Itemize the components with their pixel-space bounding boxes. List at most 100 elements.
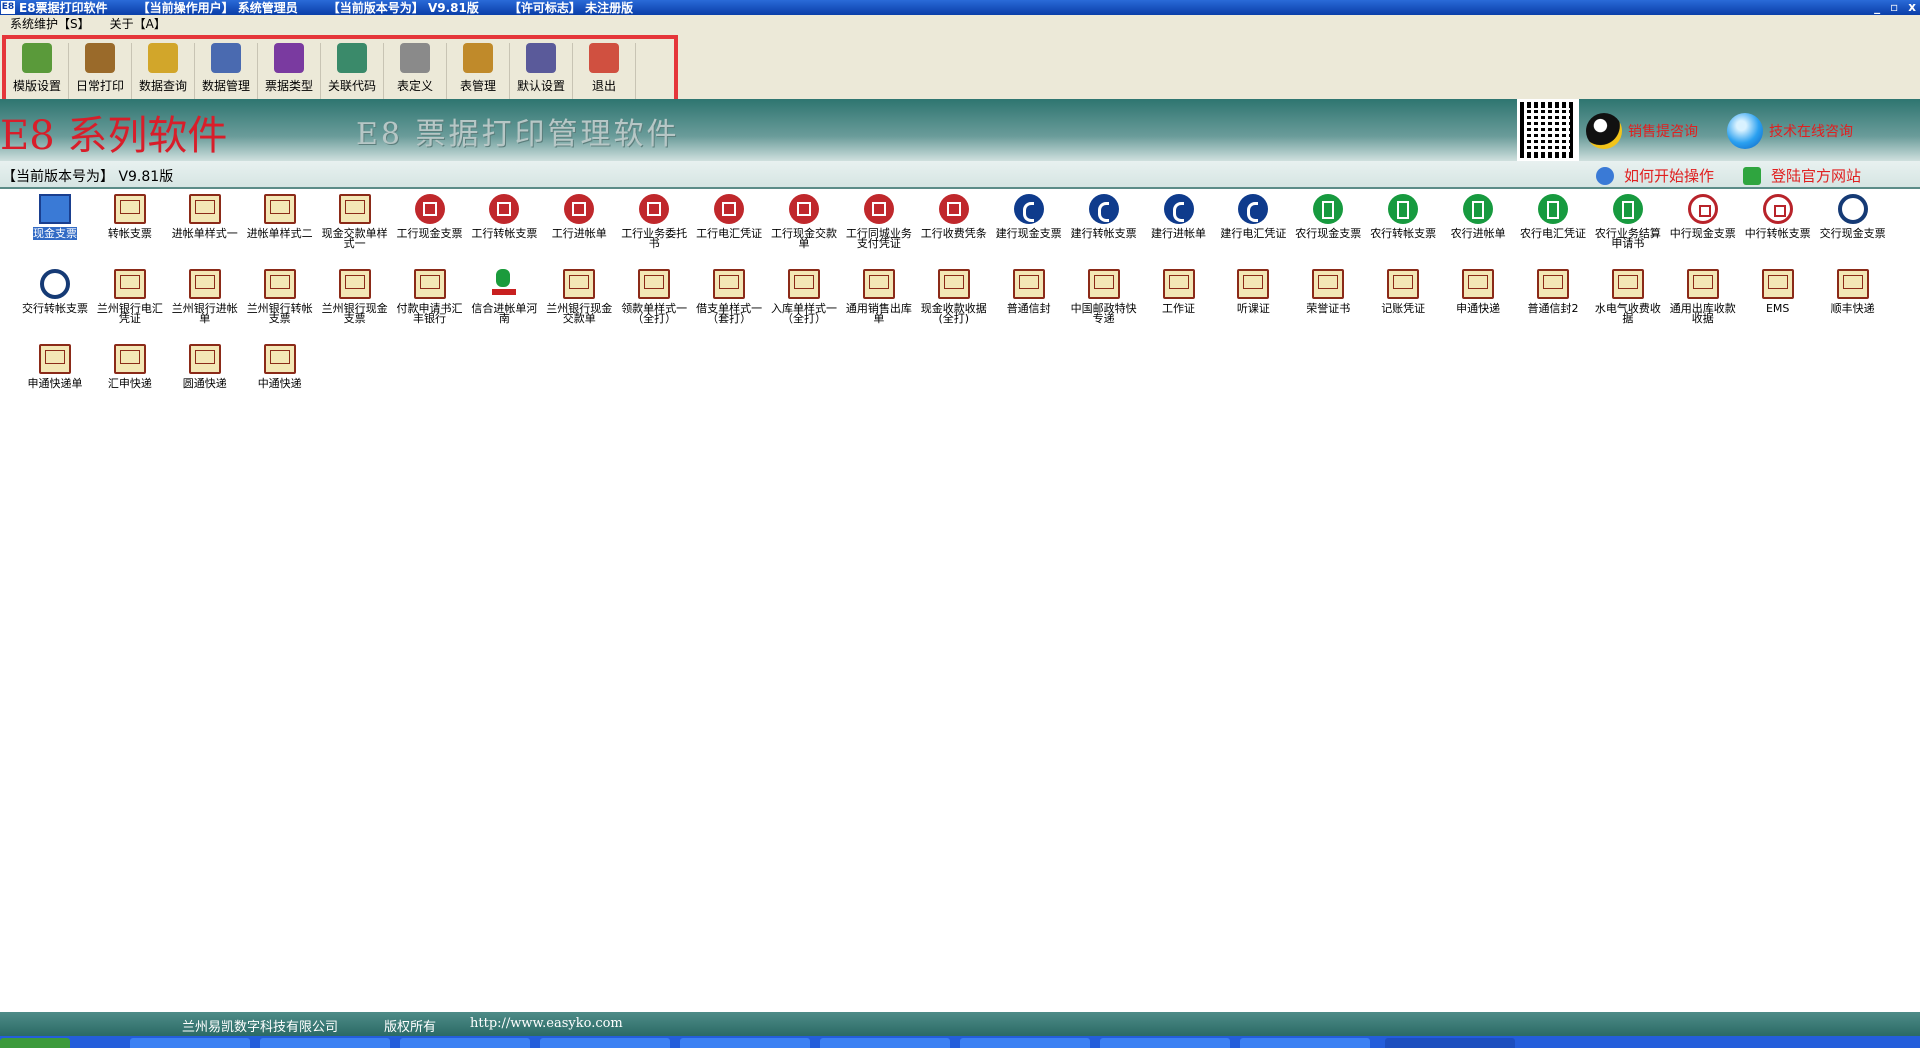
- template-item[interactable]: 兰州银行转帐支票: [243, 269, 317, 324]
- template-item[interactable]: 建行转帐支票: [1067, 194, 1141, 239]
- book-template-icon: [1462, 269, 1495, 299]
- template-label: 中行转帐支票: [1744, 227, 1811, 240]
- template-item[interactable]: 兰州银行进帐单: [168, 269, 242, 324]
- template-item[interactable]: 交行转帐支票: [18, 269, 92, 314]
- template-label: 建行现金支票: [995, 227, 1062, 240]
- taskbar-item[interactable]: [1240, 1038, 1370, 1048]
- close-button[interactable]: x: [1908, 0, 1916, 14]
- book-template-icon: [338, 269, 371, 299]
- template-item[interactable]: 工行现金交款单: [767, 194, 841, 249]
- book-template-icon: [263, 344, 296, 374]
- template-item[interactable]: 普通信封: [992, 269, 1066, 314]
- template-item[interactable]: 交行现金支票: [1816, 194, 1890, 239]
- template-item[interactable]: 农行业务结算申请书: [1591, 194, 1665, 249]
- template-item[interactable]: 听课证: [1216, 269, 1290, 314]
- template-item[interactable]: 荣誉证书: [1291, 269, 1365, 314]
- template-label: 农行转帐支票: [1370, 227, 1437, 240]
- template-item[interactable]: 兰州银行电汇凭证: [93, 269, 167, 324]
- template-item[interactable]: 顺丰快递: [1816, 269, 1890, 314]
- restore-button[interactable]: ▫: [1890, 0, 1898, 14]
- taskbar-item[interactable]: [680, 1038, 810, 1048]
- template-item[interactable]: 工行收费凭条: [917, 194, 991, 239]
- template-item[interactable]: 申通快递单: [18, 344, 92, 389]
- template-item[interactable]: 建行进帐单: [1142, 194, 1216, 239]
- template-label: 水电气收费收据: [1594, 302, 1661, 325]
- taskbar-item[interactable]: [820, 1038, 950, 1048]
- template-item[interactable]: 现金收款收据(全打): [917, 269, 991, 324]
- template-item[interactable]: 中通快递: [243, 344, 317, 389]
- footer: 兰州易凯数字科技有限公司 版权所有 http://www.easyko.com: [0, 1012, 1920, 1036]
- template-item[interactable]: 工行电汇凭证: [692, 194, 766, 239]
- template-item[interactable]: 转帐支票: [93, 194, 167, 239]
- template-item[interactable]: 现金交款单样式一: [318, 194, 392, 249]
- ccb-template-icon: [1238, 194, 1269, 224]
- taskbar-item-active[interactable]: [1385, 1038, 1515, 1048]
- template-label: 申通快递单: [27, 377, 83, 390]
- menu-about[interactable]: 关于【A】: [110, 15, 166, 32]
- sales-contact[interactable]: 销售提咨询: [1586, 113, 1698, 149]
- template-label: 中国邮政特快专递: [1070, 302, 1137, 325]
- taskbar-item[interactable]: [540, 1038, 670, 1048]
- template-item[interactable]: 农行进帐单: [1441, 194, 1515, 239]
- book-template-icon: [862, 269, 895, 299]
- template-item[interactable]: 领款单样式一（全打）: [617, 269, 691, 324]
- how-to-start-label: 如何开始操作: [1624, 167, 1715, 185]
- template-item[interactable]: 中行现金支票: [1666, 194, 1740, 239]
- ccb-template-icon: [1013, 194, 1044, 224]
- taskbar-item[interactable]: [130, 1038, 250, 1048]
- template-item[interactable]: 汇申快递: [93, 344, 167, 389]
- template-label: 兰州银行转帐支票: [246, 302, 313, 325]
- template-item[interactable]: 现金支票: [18, 194, 92, 240]
- taskbar-item[interactable]: [400, 1038, 530, 1048]
- template-label: 建行进帐单: [1151, 227, 1206, 240]
- taskbar-item[interactable]: [1100, 1038, 1230, 1048]
- book-template-icon: [413, 269, 446, 299]
- template-item[interactable]: 建行电汇凭证: [1216, 194, 1290, 239]
- template-item[interactable]: 付款申请书汇丰银行: [393, 269, 467, 324]
- template-item[interactable]: EMS: [1741, 269, 1815, 314]
- template-item[interactable]: 中行转帐支票: [1741, 194, 1815, 239]
- template-item[interactable]: 农行电汇凭证: [1516, 194, 1590, 239]
- icbc-template-icon: [863, 194, 894, 224]
- template-item[interactable]: 申通快递: [1441, 269, 1515, 314]
- template-item[interactable]: 通用销售出库单: [842, 269, 916, 324]
- license-status: 【许可标志】 未注册版: [508, 1, 634, 15]
- how-to-start-link[interactable]: 如何开始操作: [1596, 165, 1714, 186]
- template-item[interactable]: 建行现金支票: [992, 194, 1066, 239]
- template-item[interactable]: 信合进帐单河南: [467, 269, 541, 324]
- taskbar-item[interactable]: [960, 1038, 1090, 1048]
- version-bar: 【当前版本号为】 V9.81版 如何开始操作 登陆官方网站: [0, 161, 1920, 189]
- template-label: 中行现金支票: [1669, 227, 1736, 240]
- tech-contact[interactable]: 技术在线咨询: [1727, 113, 1853, 149]
- template-item[interactable]: 借支单样式一（套打）: [692, 269, 766, 324]
- minimize-button[interactable]: _: [1874, 0, 1880, 14]
- template-item[interactable]: 工行转帐支票: [467, 194, 541, 239]
- template-item[interactable]: 农行转帐支票: [1366, 194, 1440, 239]
- menu-system[interactable]: 系统维护【S】: [10, 15, 90, 32]
- official-site-link[interactable]: 登陆官方网站: [1743, 165, 1861, 186]
- template-label: 工行收费凭条: [920, 227, 987, 240]
- template-item[interactable]: 水电气收费收据: [1591, 269, 1665, 324]
- template-item[interactable]: 进帐单样式二: [243, 194, 317, 239]
- template-item[interactable]: 兰州银行现金交款单: [542, 269, 616, 324]
- brand-title: E8 系列软件: [0, 113, 228, 159]
- template-item[interactable]: 工行进帐单: [542, 194, 616, 239]
- taskbar-item[interactable]: [260, 1038, 390, 1048]
- book-template-icon: [1836, 269, 1869, 299]
- template-item[interactable]: 兰州银行现金支票: [318, 269, 392, 324]
- template-item[interactable]: 工行同城业务支付凭证: [842, 194, 916, 249]
- template-item[interactable]: 通用出库收款收据: [1666, 269, 1740, 324]
- template-item[interactable]: 工行业务委托书: [617, 194, 691, 249]
- template-item[interactable]: 入库单样式一（全打）: [767, 269, 841, 324]
- template-item[interactable]: 普通信封2: [1516, 269, 1590, 314]
- template-item[interactable]: 工行现金支票: [393, 194, 467, 239]
- template-item[interactable]: 工作证: [1142, 269, 1216, 314]
- template-item[interactable]: 农行现金支票: [1291, 194, 1365, 239]
- template-item[interactable]: 进帐单样式一: [168, 194, 242, 239]
- template-item[interactable]: 记账凭证: [1366, 269, 1440, 314]
- template-item[interactable]: 中国邮政特快专递: [1067, 269, 1141, 324]
- template-label: 交行现金支票: [1819, 227, 1886, 240]
- footer-url[interactable]: http://www.easyko.com: [470, 1016, 623, 1031]
- template-item[interactable]: 圆通快递: [168, 344, 242, 389]
- start-button[interactable]: [0, 1038, 70, 1048]
